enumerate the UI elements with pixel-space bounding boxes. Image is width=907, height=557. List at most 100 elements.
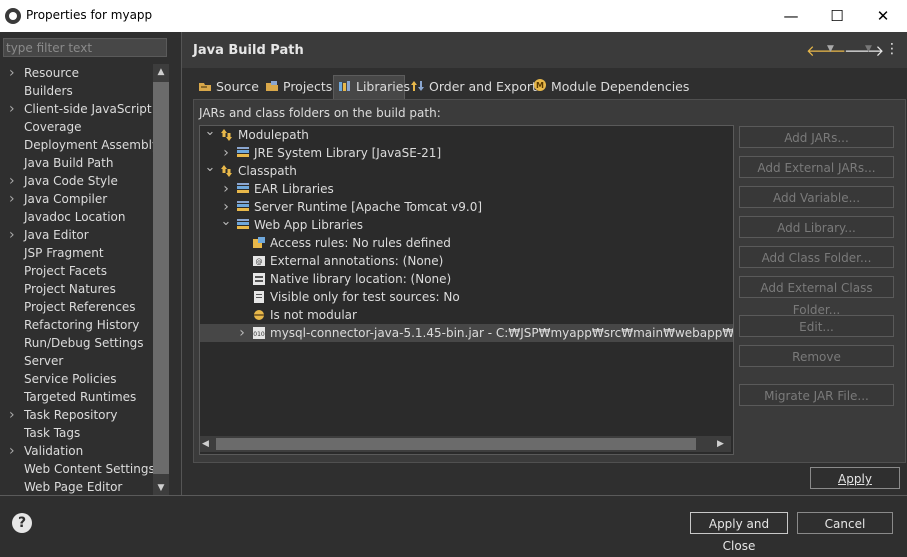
sidebar-item[interactable]: › Client-side JavaScript (3, 100, 153, 118)
sidebar-item[interactable]: Web Content Settings (3, 460, 153, 478)
chevron-right-icon[interactable]: › (9, 226, 19, 244)
add-external-class-folder-button[interactable]: Add External Class Folder... (739, 276, 894, 317)
sidebar-item[interactable]: Project Natures (3, 280, 153, 298)
sidebar-item[interactable]: › Java Editor (3, 226, 153, 244)
bottom-divider (0, 495, 907, 496)
sidebar-item[interactable]: Java Build Path (3, 154, 153, 172)
chevron-down-icon[interactable]: ⌄ (220, 215, 232, 228)
chevron-right-icon[interactable]: › (9, 172, 19, 190)
properties-page-list: › Resource Builders › Client-side JavaScript… (3, 64, 153, 496)
migrate-jar-file-button[interactable]: Migrate JAR File... (739, 384, 894, 406)
tree-row[interactable]: Access rules: No rules defined (200, 234, 733, 252)
annotation-icon: @ (252, 254, 266, 268)
tree-row[interactable]: › Server Runtime [Apache Tomcat v9.0] (200, 198, 733, 216)
sidebar-item[interactable]: › Task Repository (3, 406, 153, 424)
chevron-right-icon[interactable]: › (9, 64, 19, 82)
scroll-right-icon[interactable]: ▶ (717, 436, 729, 452)
sidebar-item[interactable]: JSP Fragment (3, 244, 153, 262)
remove-button[interactable]: Remove (739, 345, 894, 367)
add-external-jars-button[interactable]: Add External JARs... (739, 156, 894, 178)
scroll-down-icon[interactable]: ▼ (153, 480, 169, 496)
modular-icon (252, 308, 266, 322)
tree-row[interactable]: › JRE System Library [JavaSE-21] (200, 144, 733, 162)
chevron-right-icon[interactable]: › (220, 144, 232, 162)
tree-row[interactable]: Visible only for test sources: No (200, 288, 733, 306)
tab-label: Module Dependencies (551, 79, 690, 94)
add-jars-button[interactable]: Add JARs... (739, 126, 894, 148)
sidebar-item[interactable]: Javadoc Location (3, 208, 153, 226)
sidebar-item[interactable]: › Java Compiler (3, 190, 153, 208)
sidebar-item-label: Web Content Settings (24, 462, 153, 476)
apply-and-close-button[interactable]: Apply and Close (690, 512, 788, 553)
sidebar-item[interactable]: Builders (3, 82, 153, 100)
tree-row-label: EAR Libraries (254, 182, 334, 196)
tree-row[interactable]: ⌄ Web App Libraries (200, 215, 733, 234)
tree-row[interactable]: ⌄ Modulepath (200, 126, 733, 144)
scroll-up-icon[interactable]: ▲ (153, 64, 169, 80)
build-path-tree[interactable]: ⌄ Modulepath › JRE System Library [JavaSE-2… (199, 125, 734, 455)
apply-and-close-label: Apply and Close (708, 517, 770, 553)
sidebar-item-label: Service Policies (24, 372, 117, 386)
tab-order-and-export[interactable]: Order and Export (411, 76, 537, 98)
chevron-down-icon[interactable]: ⌄ (204, 161, 216, 174)
sidebar-item[interactable]: Run/Debug Settings (3, 334, 153, 352)
cancel-button[interactable]: Cancel (797, 512, 893, 534)
sidebar-item[interactable]: Coverage (3, 118, 153, 136)
chevron-right-icon[interactable]: › (9, 190, 19, 208)
sidebar-item-label: Targeted Runtimes (24, 390, 137, 404)
minimize-button[interactable]: — (768, 0, 814, 32)
filter-input[interactable] (3, 38, 167, 57)
sidebar-item-label: Project Natures (24, 282, 116, 296)
sidebar-item-label: Refactoring History (24, 318, 140, 332)
edit-button[interactable]: Edit... (739, 315, 894, 337)
tree-row[interactable]: › EAR Libraries (200, 180, 733, 198)
tab-label: Libraries (356, 79, 410, 94)
nav-scrollbar[interactable]: ▲ ▼ (153, 64, 169, 496)
sidebar-item[interactable]: Task Tags (3, 424, 153, 442)
sidebar-item[interactable]: › Resource (3, 64, 153, 82)
maximize-button[interactable]: ☐ (814, 0, 860, 32)
sidebar-item[interactable]: Project References (3, 298, 153, 316)
chevron-right-icon[interactable]: › (9, 100, 19, 118)
tree-row[interactable]: ⌄ Classpath (200, 161, 733, 180)
pane-divider[interactable] (181, 32, 182, 495)
sidebar-item[interactable]: Deployment Assembly (3, 136, 153, 154)
add-library-button[interactable]: Add Library... (739, 216, 894, 238)
apply-button[interactable]: Apply (810, 467, 900, 489)
sidebar-item[interactable]: Service Policies (3, 370, 153, 388)
help-icon[interactable]: ? (12, 513, 32, 533)
sidebar-item[interactable]: Project Facets (3, 262, 153, 280)
sidebar-item[interactable]: Server (3, 352, 153, 370)
sidebar-item[interactable]: › Java Code Style (3, 172, 153, 190)
sidebar-item[interactable]: › Validation (3, 442, 153, 460)
add-variable-button[interactable]: Add Variable... (739, 186, 894, 208)
forward-menu-chevron-icon[interactable]: ▼ (865, 44, 872, 54)
scroll-left-icon[interactable]: ◀ (202, 436, 214, 452)
app-gear-icon (5, 8, 21, 24)
chevron-right-icon[interactable]: › (220, 180, 232, 198)
tree-row[interactable]: › 010 mysql-connector-java-5.1.45-bin.jar … (200, 324, 733, 342)
tree-row[interactable]: @ External annotations: (None) (200, 252, 733, 270)
back-menu-chevron-icon[interactable]: ▼ (827, 44, 834, 54)
path-icon (220, 128, 234, 142)
chevron-right-icon[interactable]: › (9, 442, 19, 460)
tree-scrollbar-thumb[interactable] (216, 438, 696, 450)
tab-libraries[interactable]: Libraries (333, 75, 410, 99)
tab-projects[interactable]: Projects (265, 76, 332, 98)
tree-row[interactable]: Native library location: (None) (200, 270, 733, 288)
tab-source[interactable]: Source (198, 76, 259, 98)
chevron-right-icon[interactable]: › (9, 406, 19, 424)
sidebar-item[interactable]: Web Page Editor (3, 478, 153, 496)
tree-horizontal-scrollbar[interactable]: ◀ ▶ (200, 436, 731, 452)
tab-module-dependencies[interactable]: M Module Dependencies (533, 76, 689, 98)
chevron-right-icon[interactable]: › (236, 324, 248, 342)
sidebar-item-label: Validation (24, 444, 84, 458)
add-class-folder-button[interactable]: Add Class Folder... (739, 246, 894, 268)
sidebar-item[interactable]: Refactoring History (3, 316, 153, 334)
chevron-down-icon[interactable]: ⌄ (204, 126, 216, 138)
nav-scrollbar-thumb[interactable] (153, 82, 169, 474)
sidebar-item[interactable]: Targeted Runtimes (3, 388, 153, 406)
view-menu-icon[interactable]: ⋮ (885, 41, 899, 57)
close-button[interactable]: ✕ (860, 0, 906, 32)
tree-row[interactable]: Is not modular (200, 306, 733, 324)
